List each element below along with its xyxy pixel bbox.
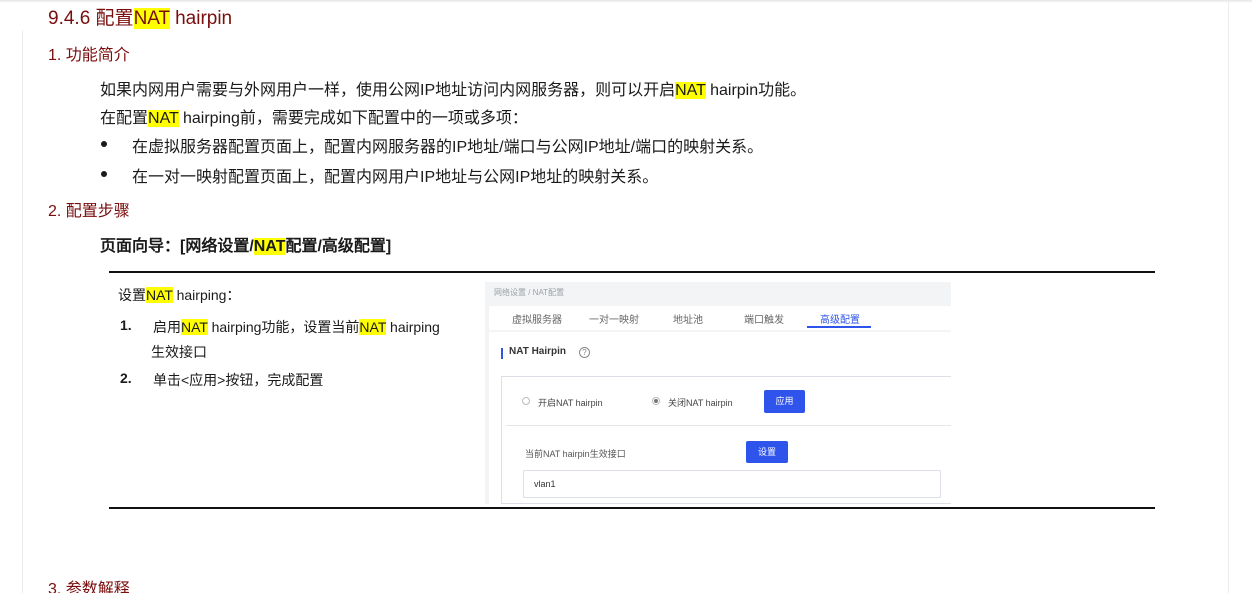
step-number: 2.: [120, 370, 132, 386]
tab-advanced[interactable]: 高级配置: [820, 311, 860, 326]
tab-one-to-one[interactable]: 一对一映射: [589, 311, 639, 326]
section-title: NAT Hairpin: [509, 346, 567, 357]
table-top-rule: [109, 271, 1155, 273]
section-heading: 9.4.6 配置NAT hairpin: [48, 8, 233, 29]
interface-value: vlan1: [534, 479, 556, 489]
question-circle-icon[interactable]: ?: [579, 347, 590, 358]
breadcrumb: 网络设置 / NAT配置: [494, 288, 565, 297]
table-bottom-rule: [109, 507, 1155, 509]
left-margin-line: [22, 30, 23, 593]
tab-address-pool[interactable]: 地址池: [673, 311, 703, 326]
subsection-steps-title: 2. 配置步骤: [48, 203, 130, 220]
interface-field[interactable]: vlan1: [523, 470, 941, 498]
subsection-intro-title: 1. 功能简介: [48, 47, 130, 64]
page-navigation-path: 页面向导：[网络设置/NAT配置/高级配置]: [100, 238, 392, 255]
step-1-text-cont: 生效接口: [151, 344, 207, 360]
radio-disable[interactable]: [652, 397, 660, 405]
bullet-item: 在虚拟服务器配置页面上，配置内网服务器的IP地址/端口与公网IP地址/端口的映射…: [132, 139, 764, 156]
bullet-item: 在一对一映射配置页面上，配置内网用户IP地址与公网IP地址的映射关系。: [132, 169, 659, 186]
right-margin-line: [1228, 0, 1229, 593]
radio-enable-label[interactable]: 开启NAT hairpin: [538, 396, 603, 409]
step-number: 1.: [120, 317, 132, 333]
radio-disable-label[interactable]: 关闭NAT hairpin: [668, 396, 733, 409]
tab-port-trigger[interactable]: 端口触发: [744, 311, 784, 326]
radio-enable[interactable]: [522, 397, 530, 405]
intro-line-1: 如果内网用户需要与外网用户一样，使用公网IP地址访问内网服务器，则可以开启NAT…: [100, 82, 807, 99]
section-marker: [501, 348, 503, 359]
active-tab-indicator: [807, 326, 871, 328]
intro-line-2: 在配置NAT hairping前，需要完成如下配置中的一项或多项：: [100, 110, 528, 127]
set-button[interactable]: 设置: [746, 441, 788, 463]
steps-title: 设置NAT hairping：: [118, 287, 241, 303]
step-1-text: 启用NAT hairping功能，设置当前NAT hairping: [153, 319, 440, 335]
step-2-text: 单击<应用>按钮，完成配置: [153, 372, 324, 388]
bullet-dot: [101, 171, 107, 177]
interface-label: 当前NAT hairpin生效接口: [525, 449, 626, 459]
ui-screenshot: 网络设置 / NAT配置 虚拟服务器 一对一映射 地址池 端口触发 高级配置 N…: [485, 282, 951, 504]
divider: [506, 425, 951, 426]
tab-virtual-server[interactable]: 虚拟服务器: [512, 311, 562, 326]
bullet-dot: [101, 141, 107, 147]
subsection-params-title: 3. 参数解释: [48, 581, 130, 593]
apply-button[interactable]: 应用: [764, 390, 805, 413]
